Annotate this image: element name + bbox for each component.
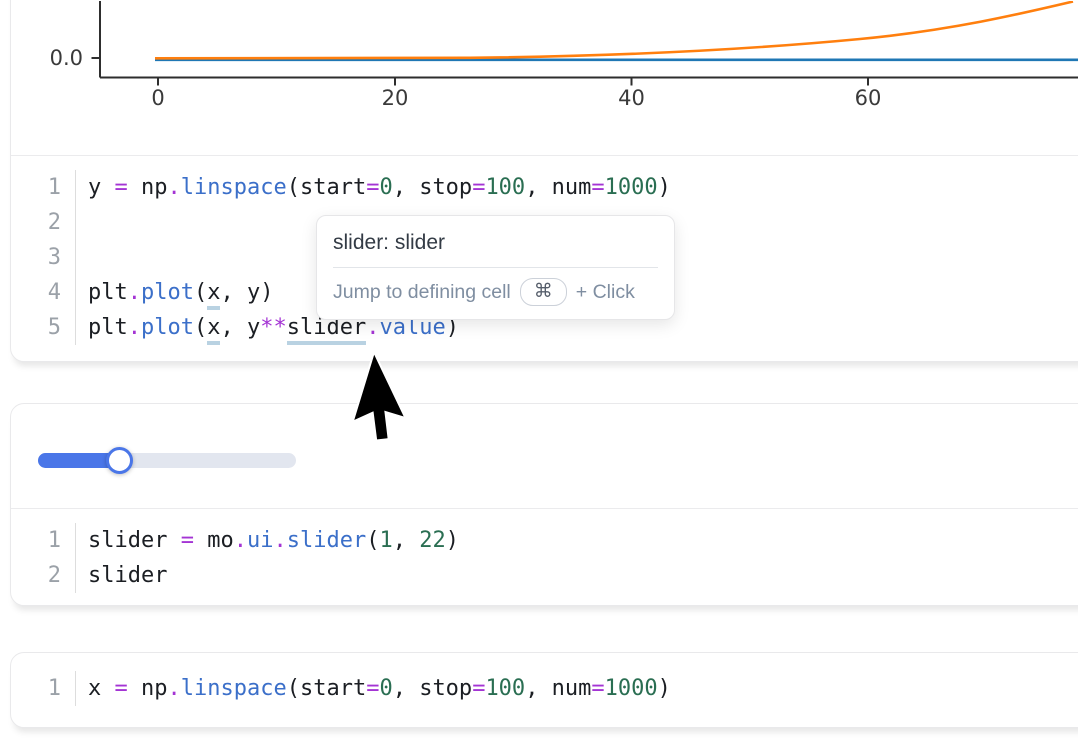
- code-token: (start: [287, 676, 366, 701]
- code-line[interactable]: slider = mo.ui.slider(1, 22): [75, 523, 1078, 558]
- code-token: =: [366, 175, 379, 200]
- code-token: ui: [247, 528, 274, 553]
- code-token: ): [658, 175, 671, 200]
- x-tick-label: 20: [382, 86, 409, 110]
- code-token: .: [168, 676, 181, 701]
- tooltip-key-suffix: + Click: [576, 281, 635, 304]
- reactive-variable-token[interactable]: x: [207, 315, 220, 345]
- code-token: 0: [379, 175, 392, 200]
- code-token: .: [128, 280, 141, 305]
- code-token: np: [128, 175, 168, 200]
- line-number: 1: [11, 170, 75, 205]
- code-editor-x-cell[interactable]: 1x = np.linspace(start=0, stop=100, num=…: [11, 653, 1078, 706]
- code-token: , y): [220, 280, 273, 305]
- code-token: plot: [141, 315, 194, 340]
- code-row[interactable]: 1slider = mo.ui.slider(1, 22): [11, 523, 1078, 558]
- code-token: , stop: [393, 175, 472, 200]
- reactive-variable-token[interactable]: x: [207, 280, 220, 310]
- variable-hover-tooltip: slider: slider Jump to defining cell ⌘ +…: [316, 215, 675, 320]
- code-row[interactable]: 2 slider: [11, 558, 1078, 593]
- line-number: 3: [11, 240, 75, 275]
- code-token: linspace: [181, 175, 287, 200]
- slider-output-area: [11, 404, 1078, 509]
- code-token: 100: [485, 175, 525, 200]
- code-token: , num: [525, 175, 591, 200]
- code-token: ,: [393, 528, 420, 553]
- tooltip-action-label: Jump to defining cell: [333, 281, 511, 304]
- code-token: 1: [379, 528, 392, 553]
- code-editor-slider-cell[interactable]: 1slider = mo.ui.slider(1, 22)2slider: [11, 509, 1078, 593]
- line-number: 4: [11, 275, 75, 310]
- code-row[interactable]: 1x = np.linspace(start=0, stop=100, num=…: [11, 671, 1078, 706]
- code-line[interactable]: x = np.linspace(start=0, stop=100, num=1…: [75, 671, 1078, 706]
- slider-thumb[interactable]: [106, 447, 133, 474]
- code-token: .: [168, 175, 181, 200]
- code-token: np: [128, 676, 168, 701]
- line-number: 1: [11, 523, 75, 558]
- code-token: y: [88, 175, 115, 200]
- code-token: .: [234, 528, 247, 553]
- command-key-glyph: ⌘: [534, 280, 553, 303]
- x-tick-label: 60: [855, 86, 882, 110]
- code-token: =: [472, 175, 485, 200]
- code-token: (: [194, 280, 207, 305]
- code-token: =: [366, 676, 379, 701]
- y-tick-label: 0.0: [50, 46, 83, 70]
- code-token: 0: [379, 676, 392, 701]
- plot-output-area: 0.0 0 20 40 60: [11, 0, 1078, 156]
- code-token: 1000: [605, 676, 658, 701]
- slider[interactable]: [38, 447, 296, 475]
- code-token: slider: [287, 528, 366, 553]
- code-token: (start: [287, 175, 366, 200]
- x-tick-label: 0: [151, 86, 164, 110]
- code-token: 100: [485, 676, 525, 701]
- code-token: 22: [419, 528, 446, 553]
- code-token: mo: [194, 528, 234, 553]
- code-token: =: [181, 528, 194, 553]
- code-token: , stop: [393, 676, 472, 701]
- command-key-icon: ⌘: [520, 278, 567, 306]
- line-number: 5: [11, 310, 75, 345]
- code-token: plt: [88, 315, 128, 340]
- code-token: linspace: [181, 676, 287, 701]
- code-token: ): [658, 676, 671, 701]
- code-token: =: [591, 175, 604, 200]
- code-token: , y: [220, 315, 260, 340]
- tooltip-action-row: Jump to defining cell ⌘ + Click: [317, 268, 674, 319]
- code-token: =: [591, 676, 604, 701]
- code-line[interactable]: y = np.linspace(start=0, stop=100, num=1…: [75, 170, 1078, 205]
- series-line-orange: [155, 2, 1073, 59]
- code-token: =: [115, 175, 128, 200]
- code-token: x: [88, 676, 115, 701]
- line-number: 2: [11, 558, 75, 593]
- code-token: .: [273, 528, 286, 553]
- code-token: slider: [88, 563, 167, 588]
- code-token: , num: [525, 676, 591, 701]
- code-token: .: [128, 315, 141, 340]
- code-row[interactable]: 1y = np.linspace(start=0, stop=100, num=…: [11, 170, 1078, 205]
- code-token: **: [260, 315, 287, 340]
- line-number: 1: [11, 671, 75, 706]
- code-token: (: [366, 528, 379, 553]
- code-token: slider: [88, 528, 181, 553]
- tooltip-title: slider: slider: [317, 216, 674, 267]
- code-token: (: [194, 315, 207, 340]
- code-token: =: [472, 676, 485, 701]
- code-token: ): [446, 528, 459, 553]
- matplotlib-figure: 0.0 0 20 40 60: [11, 1, 1078, 156]
- line-number: 2: [11, 205, 75, 240]
- code-token: =: [115, 676, 128, 701]
- code-line[interactable]: slider: [75, 558, 1078, 593]
- notebook-cell-x: 1x = np.linspace(start=0, stop=100, num=…: [10, 652, 1078, 728]
- code-token: 1000: [605, 175, 658, 200]
- x-tick-label: 40: [618, 86, 645, 110]
- notebook-cell-slider: 1slider = mo.ui.slider(1, 22)2slider: [10, 403, 1078, 606]
- code-token: plt: [88, 280, 128, 305]
- code-token: plot: [141, 280, 194, 305]
